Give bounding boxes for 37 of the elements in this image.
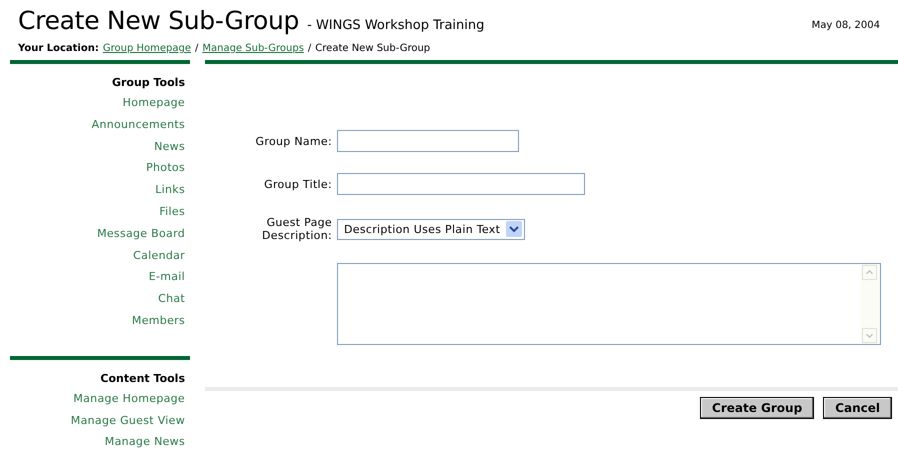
sidebar-link[interactable]: News bbox=[154, 136, 185, 158]
cancel-button[interactable]: Cancel bbox=[823, 397, 892, 419]
field-label: Guest Page Description: bbox=[261, 216, 332, 242]
dropdown[interactable]: Description Uses Plain Text bbox=[337, 218, 526, 240]
sidebar-link[interactable]: Members bbox=[132, 310, 185, 332]
create-button[interactable]: Create Group bbox=[700, 397, 814, 419]
sidebar-link[interactable]: Files bbox=[159, 200, 185, 223]
sidebar-link[interactable]: Homepage bbox=[122, 92, 185, 114]
sidebar-link[interactable]: Manage Guest View bbox=[70, 410, 185, 432]
sidebar-link[interactable]: Links bbox=[155, 179, 185, 201]
separator: / bbox=[194, 43, 198, 54]
sidebar-link[interactable]: Message Board bbox=[97, 222, 185, 245]
group-name: - WINGS Workshop Training bbox=[307, 18, 484, 33]
sidebar-link[interactable]: Photos bbox=[146, 157, 185, 180]
location-label: Your Location: bbox=[18, 43, 99, 54]
page-title: Create New Sub-Group bbox=[18, 6, 300, 35]
caret-icon bbox=[506, 221, 522, 237]
sidebar-link[interactable]: Manage Homepage bbox=[73, 388, 185, 410]
text-field[interactable] bbox=[337, 130, 519, 152]
sidebar-link[interactable]: Calendar bbox=[133, 244, 185, 266]
sidebar-link[interactable]: Announcements bbox=[92, 114, 185, 136]
breadcrumb-link[interactable]: Manage Sub-Groups bbox=[202, 43, 304, 54]
sidebar-link[interactable]: Chat bbox=[158, 288, 185, 310]
sidebar-link[interactable]: E-mail bbox=[148, 266, 185, 288]
sidebar-link[interactable]: Manage News bbox=[104, 431, 185, 454]
scroll-up-icon[interactable] bbox=[862, 265, 877, 280]
sidebar-heading: Group Tools bbox=[112, 76, 185, 89]
date: May 08, 2004 bbox=[812, 20, 880, 31]
separator: / bbox=[308, 43, 312, 54]
breadcrumb-link[interactable]: Group Homepage bbox=[102, 43, 191, 54]
sidebar-heading: Content Tools bbox=[100, 372, 185, 385]
field-label: Group Title: bbox=[264, 178, 332, 190]
text-area[interactable] bbox=[337, 263, 881, 345]
scroll-down-icon[interactable] bbox=[862, 328, 877, 343]
current-page: Create New Sub-Group bbox=[315, 43, 430, 54]
text-field[interactable] bbox=[337, 173, 585, 195]
field-label: Group Name: bbox=[256, 134, 332, 148]
